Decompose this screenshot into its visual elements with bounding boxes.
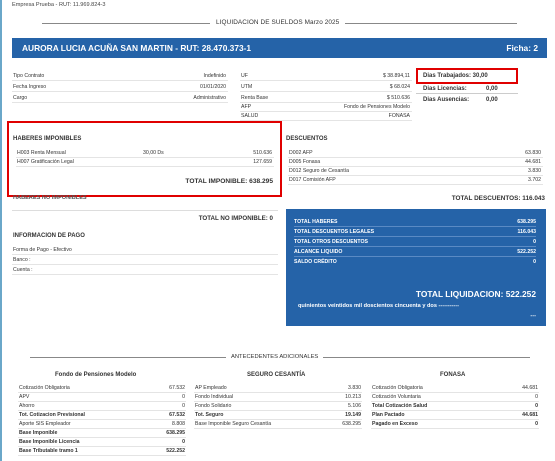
afp-row: Base Tributable tramo 1 522.252 (18, 448, 186, 456)
indicator-row: SALUD FONASA (240, 113, 412, 121)
summary-row: TOTAL HABERES 638.295 (294, 219, 536, 227)
contract-row: Tipo Contrato Indefinido (12, 73, 228, 81)
fonasa-title: FONASA (440, 372, 466, 378)
fonasa-row: Cotización Obligatoria 44.681 (371, 385, 539, 393)
cesantia-title: SEGURO CESANTÍA (247, 372, 306, 378)
cesantia-row: Fondo Individual 10.213 (194, 394, 362, 402)
haber-row: H003 Renta Mensual 30,00 Ds 510.636 (16, 150, 274, 158)
dias-ausencias-value: 0,00 (486, 97, 498, 103)
fonasa-row: Plan Pactado 44.681 (371, 412, 539, 420)
total-no-imponible: TOTAL NO IMPONIBLE: 0 (198, 215, 273, 222)
dias-ausencias-label: Dias Ausencias: (423, 97, 470, 103)
total-liquidacion: TOTAL LIQUIDACION: 522.252 (415, 289, 536, 299)
indicator-row: Renta Base $ 510.636 (240, 95, 412, 103)
indicator-row: UTM $ 68.024 (240, 84, 412, 92)
haberes-imponibles-title: HABERES IMPONIBLES (13, 136, 82, 142)
liquidacion-words: quinientos veintidos mil doscientos cinc… (298, 303, 459, 309)
pago-title: INFORMACION DE PAGO (13, 233, 85, 239)
fonasa-row: Total Cotización Salud 0 (371, 403, 539, 411)
indicator-row: AFP Fondo de Pensiones Modelo (240, 104, 412, 112)
days-divider (416, 93, 518, 94)
dias-trabajados: Dias Trabajados: 30,00 (423, 73, 488, 79)
dias-licencias-value: 0,00 (486, 86, 498, 92)
descuento-row: D012 Seguro de Cesantía 3.830 (288, 168, 543, 176)
pago-row: Cuenta : (12, 266, 278, 275)
company-header: Empresa Prueba - RUT: 11.969.824-3 (12, 2, 106, 8)
afp-row: Base Imponible 638.295 (18, 430, 186, 438)
afp-row: Ahorro 0 (18, 403, 186, 411)
afp-row: Tot. Cotizacion Previsional 67.532 (18, 412, 186, 420)
cesantia-row: Fondo Solidario 5.106 (194, 403, 362, 411)
descuento-row: D017 Comisión AFP 3.702 (288, 177, 543, 185)
cesantia-row: AP Empleado 3.830 (194, 385, 362, 393)
no-imponible-rule (12, 210, 278, 211)
total-imponible: TOTAL IMPONIBLE: 638.295 (185, 178, 273, 185)
summary-panel: TOTAL HABERES 638.295 TOTAL DESCUENTOS L… (286, 209, 546, 326)
summary-row: TOTAL OTROS DESCUENTOS 0 (294, 239, 536, 247)
descuento-row: D005 Fonasa 44.681 (288, 159, 543, 167)
afp-row: Base Imponible Licencia 0 (18, 439, 186, 447)
descuentos-title: DESCUENTOS (286, 136, 328, 142)
afp-title: Fondo de Pensiones Modelo (55, 372, 137, 378)
cesantia-row: Base Imponible Seguro Cesantía 638.295 (194, 421, 362, 429)
contract-row: Fecha Ingreso 01/01/2020 (12, 84, 228, 92)
summary-row: ALCANCE LIQUIDO 522.252 (294, 249, 536, 257)
antecedentes-title: ANTECEDENTES ADICIONALES (226, 354, 324, 360)
pago-row: Banco : (12, 256, 278, 265)
afp-row: APV 0 (18, 394, 186, 402)
total-descuentos: TOTAL DESCUENTOS: 116.043 (451, 195, 545, 202)
payslip-page: Empresa Prueba - RUT: 11.969.824-3 LIQUI… (0, 0, 555, 461)
summary-row: TOTAL DESCUENTOS LEGALES 116.043 (294, 229, 536, 237)
afp-row: Cotización Obligatoria 67.532 (18, 385, 186, 393)
cesantia-row: Tot. Seguro 19.149 (194, 412, 362, 420)
pago-row: Forma de Pago - Efectivo (12, 246, 278, 255)
fonasa-row: Pagado en Exceso 0 (371, 421, 539, 429)
employee-banner: AURORA LUCIA ACUÑA SAN MARTIN - RUT: 28.… (12, 38, 547, 58)
haberes-no-imponibles-title: HABERES NO IMPONIBLES (13, 195, 87, 201)
dias-licencias-label: Dias Licencias: (423, 86, 467, 92)
employee-ficha: Ficha: 2 (506, 43, 538, 53)
afp-row: Aporte SIS Empleador 8.808 (18, 421, 186, 429)
haber-row: H007 Gratificación Legal 127.659 (16, 159, 274, 167)
employee-name-rut: AURORA LUCIA ACUÑA SAN MARTIN - RUT: 28.… (22, 43, 252, 53)
document-title: LIQUIDACION DE SUELDOS Marzo 2025 (210, 19, 346, 26)
indicator-row: UF $ 38.894,11 (240, 73, 412, 81)
contract-row: Cargo Administrativo (12, 95, 228, 103)
liquidacion-words-tail: --- (530, 313, 536, 319)
fonasa-row: Cotización Voluntaria 0 (371, 394, 539, 402)
descuento-row: D002 AFP 63.830 (288, 150, 543, 158)
summary-row: SALDO CRÉDITO 0 (294, 259, 536, 265)
